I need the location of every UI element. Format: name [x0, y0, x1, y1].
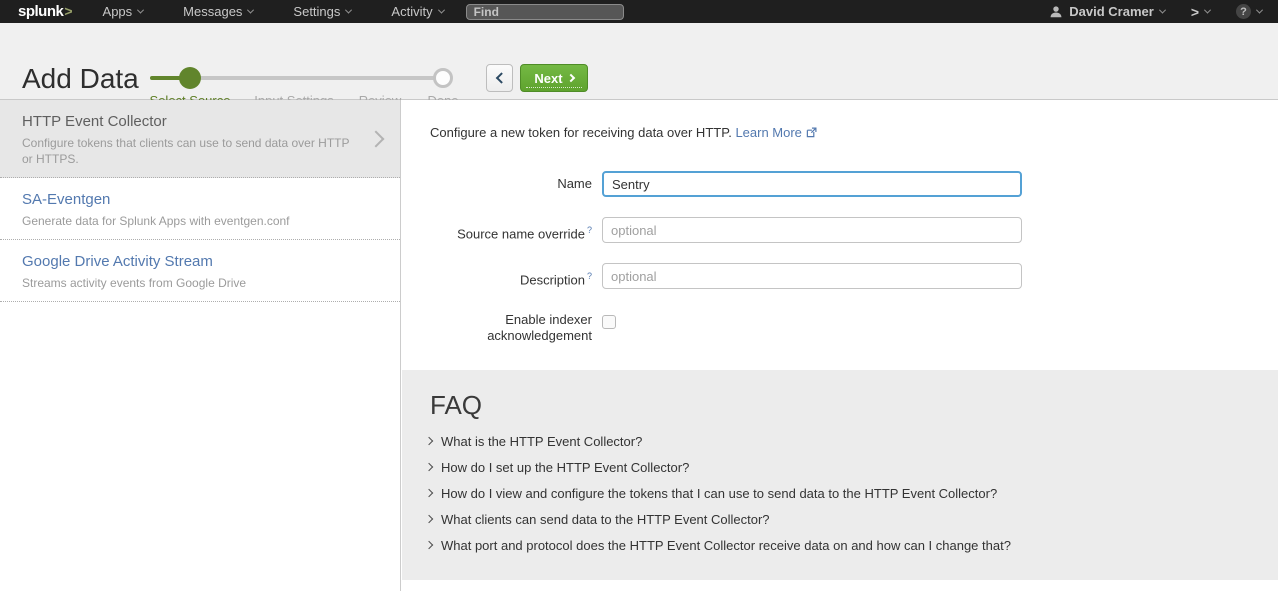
external-link-icon — [806, 126, 817, 141]
faq-item[interactable]: What clients can send data to the HTTP E… — [424, 506, 1268, 532]
stepper-current-dot — [179, 67, 201, 89]
chevron-left-icon — [495, 72, 506, 83]
share-menu[interactable]: > — [1191, 4, 1210, 20]
help-tooltip-icon[interactable]: ? — [587, 225, 592, 235]
page-title: Add Data — [22, 63, 139, 95]
faq-question: How do I view and configure the tokens t… — [441, 486, 997, 501]
source-item-title: Google Drive Activity Stream — [22, 253, 356, 270]
splunk-logo-text: splunk — [18, 3, 63, 20]
source-override-field-label: Source name override? — [402, 217, 592, 247]
indexer-ack-label-line2: acknowledgement — [402, 328, 592, 344]
chevron-down-icon — [247, 7, 254, 14]
chevron-down-icon — [1204, 7, 1211, 14]
chevron-right-icon — [368, 130, 385, 147]
faq-panel: FAQ What is the HTTP Event Collector? Ho… — [402, 370, 1278, 580]
help-icon: ? — [1236, 4, 1251, 19]
learn-more-link[interactable]: Learn More — [735, 125, 801, 140]
help-menu[interactable]: ? — [1236, 4, 1262, 19]
label-text: Description — [520, 272, 585, 287]
intro-text: Configure a new token for receiving data… — [430, 125, 817, 141]
intro-sentence: Configure a new token for receiving data… — [430, 125, 732, 140]
chevron-right-icon — [425, 489, 433, 497]
user-name: David Cramer — [1069, 4, 1154, 19]
name-field-label: Name — [402, 171, 592, 197]
menu-messages[interactable]: Messages — [183, 4, 253, 19]
source-item-google-drive[interactable]: Google Drive Activity Stream Streams act… — [0, 240, 400, 302]
chevron-right-icon — [425, 515, 433, 523]
share-icon: > — [1191, 4, 1199, 20]
faq-item[interactable]: What is the HTTP Event Collector? — [424, 428, 1268, 454]
source-list-sidebar: HTTP Event Collector Configure tokens th… — [0, 100, 401, 591]
chevron-down-icon — [1256, 7, 1263, 14]
indexer-ack-checkbox[interactable] — [602, 315, 616, 329]
find-search-input[interactable] — [466, 4, 624, 20]
description-input[interactable] — [602, 263, 1022, 289]
source-item-description: Generate data for Splunk Apps with event… — [22, 213, 356, 229]
next-button-label: Next — [534, 71, 562, 86]
label-text: Source name override — [457, 226, 585, 241]
name-input[interactable] — [602, 171, 1022, 197]
stepper-track-line — [190, 76, 443, 80]
menu-apps[interactable]: Apps — [103, 4, 144, 19]
faq-item[interactable]: How do I set up the HTTP Event Collector… — [424, 454, 1268, 480]
wizard-header: Add Data Select Source Input Settings Re… — [0, 23, 1278, 100]
faq-question: What clients can send data to the HTTP E… — [441, 512, 770, 527]
source-item-title: SA-Eventgen — [22, 191, 356, 208]
faq-list: What is the HTTP Event Collector? How do… — [424, 428, 1268, 558]
faq-item[interactable]: How do I view and configure the tokens t… — [424, 480, 1268, 506]
splunk-logo[interactable]: splunk > — [18, 3, 73, 20]
focus-outline — [526, 87, 582, 88]
source-item-description: Configure tokens that clients can use to… — [22, 135, 356, 167]
faq-item[interactable]: What port and protocol does the HTTP Eve… — [424, 532, 1268, 558]
source-item-description: Streams activity events from Google Driv… — [22, 275, 356, 291]
source-item-http-event-collector[interactable]: HTTP Event Collector Configure tokens th… — [0, 100, 400, 178]
chevron-right-icon — [566, 74, 574, 82]
topbar-right-cluster: David Cramer > ? — [1049, 4, 1262, 20]
find-search — [466, 3, 624, 21]
menu-activity-label: Activity — [391, 4, 432, 19]
user-icon — [1049, 5, 1063, 19]
chevron-down-icon — [438, 7, 445, 14]
user-menu[interactable]: David Cramer — [1049, 4, 1165, 19]
faq-title: FAQ — [430, 390, 482, 421]
indexer-ack-label: Enable indexer acknowledgement — [402, 312, 592, 344]
help-tooltip-icon[interactable]: ? — [587, 271, 592, 281]
source-override-input[interactable] — [602, 217, 1022, 243]
menu-apps-label: Apps — [103, 4, 133, 19]
chevron-down-icon — [1159, 7, 1166, 14]
label-text: Name — [557, 176, 592, 191]
chevron-right-icon — [425, 463, 433, 471]
stepper-done-circle — [433, 68, 453, 88]
top-navigation-bar: splunk > Apps Messages Settings Activity — [0, 0, 1278, 23]
chevron-down-icon — [345, 7, 352, 14]
menu-activity[interactable]: Activity — [391, 4, 443, 19]
splunk-logo-chevron-icon: > — [64, 3, 72, 19]
next-button[interactable]: Next — [520, 64, 588, 92]
source-item-title: HTTP Event Collector — [22, 113, 356, 130]
chevron-right-icon — [425, 437, 433, 445]
faq-question: What port and protocol does the HTTP Eve… — [441, 538, 1011, 553]
source-item-sa-eventgen[interactable]: SA-Eventgen Generate data for Splunk App… — [0, 178, 400, 240]
description-field-label: Description? — [402, 263, 592, 293]
chevron-right-icon — [425, 541, 433, 549]
menu-settings[interactable]: Settings — [293, 4, 351, 19]
menu-messages-label: Messages — [183, 4, 242, 19]
token-config-panel: Configure a new token for receiving data… — [402, 100, 1278, 591]
faq-question: How do I set up the HTTP Event Collector… — [441, 460, 689, 475]
topbar-menus: Apps Messages Settings Activity — [103, 4, 444, 19]
back-button[interactable] — [486, 64, 513, 92]
chevron-down-icon — [137, 7, 144, 14]
menu-settings-label: Settings — [293, 4, 340, 19]
indexer-ack-label-line1: Enable indexer — [402, 312, 592, 328]
faq-question: What is the HTTP Event Collector? — [441, 434, 642, 449]
